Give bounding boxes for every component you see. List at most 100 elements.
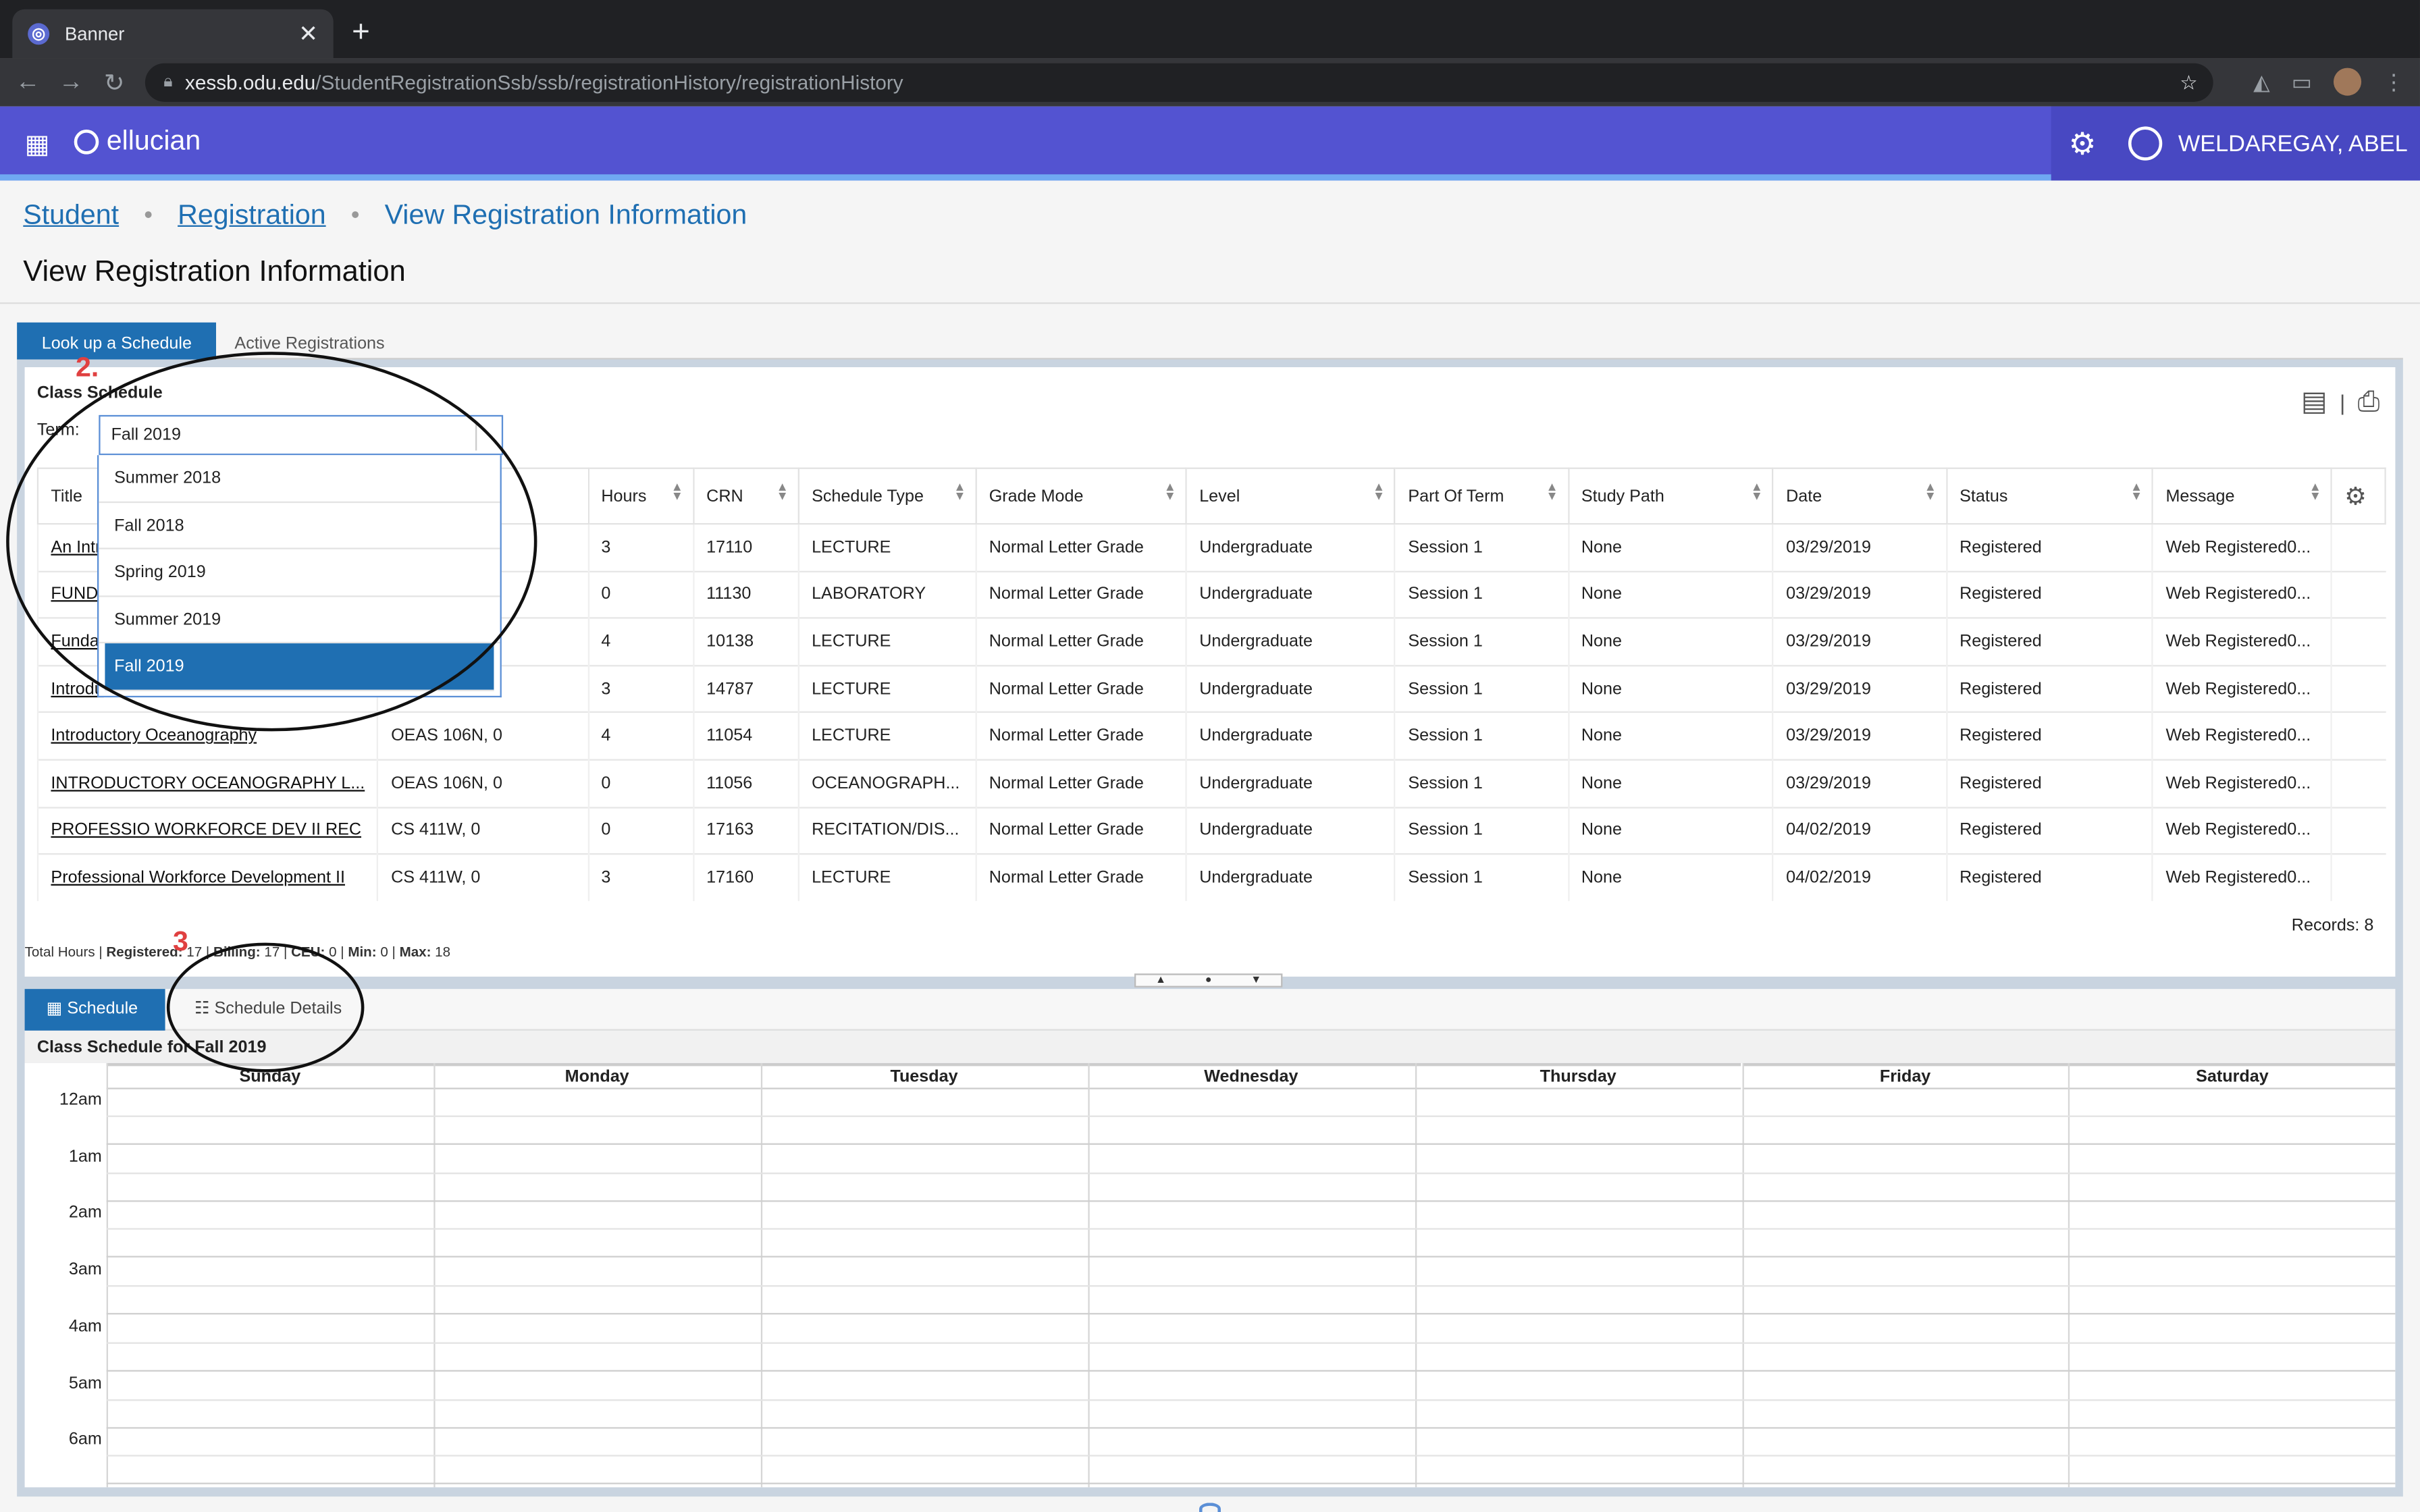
app-grid-icon[interactable]: ▦	[25, 130, 50, 161]
schedule-type-cell: RECITATION/DIS...	[797, 806, 976, 855]
term-option[interactable]: Summer 2018	[99, 455, 500, 503]
column-header[interactable]: Grade Mode ▲ ▼	[975, 467, 1187, 525]
course-title-link[interactable]: Introductory Oceanography	[51, 727, 257, 745]
browser-tab-title: Banner	[64, 23, 125, 45]
study-path-cell: None	[1567, 664, 1773, 713]
course-title-link[interactable]: Introdu	[51, 680, 103, 698]
sort-icon[interactable]: ▲ ▼	[1373, 481, 1385, 502]
table-row: Introductory Oceanography OEAS 106N, 0 4 11…	[36, 711, 2386, 760]
splitter-center-icon[interactable]: ●	[1205, 975, 1212, 986]
extension-icon[interactable]: ◭	[2253, 69, 2270, 95]
splitter-up-icon[interactable]: ▲	[1155, 975, 1166, 986]
course-title-link[interactable]: INTRODUCTORY OCEANOGRAPHY L...	[51, 774, 365, 792]
new-tab-button[interactable]: +	[352, 16, 370, 51]
profile-avatar[interactable]	[2333, 68, 2362, 96]
schedule-type-cell: OCEANOGRAPH...	[797, 759, 976, 807]
grade-mode-cell: Normal Letter Grade	[975, 711, 1186, 760]
day-header: Sunday	[106, 1062, 434, 1089]
level-cell: Undergraduate	[1185, 711, 1395, 760]
schedule-type-cell: LECTURE	[797, 617, 976, 666]
sort-icon[interactable]: ▲ ▼	[953, 481, 966, 502]
records-count: Records: 8	[2291, 916, 2374, 936]
sort-icon[interactable]: ▲ ▼	[1546, 481, 1558, 502]
term-option[interactable]: Summer 2019	[99, 597, 500, 644]
details-cell: OEAS 106N, 0	[377, 759, 588, 807]
title-cell: Professional Workforce Development II	[36, 853, 378, 902]
study-path-cell: None	[1567, 617, 1773, 666]
banner-favicon-icon: ◎	[28, 23, 50, 45]
panel-splitter[interactable]: ▲ ● ▼	[1134, 973, 1283, 988]
address-bar[interactable]: 🔒︎ xessb.odu.edu/StudentRegistrationSsb/…	[144, 63, 2213, 102]
date-cell: 04/02/2019	[1772, 806, 1947, 855]
browser-toolbar: ← → ↻ 🔒︎ xessb.odu.edu/StudentRegistrati…	[0, 58, 2420, 107]
tab-schedule-details-label: Schedule Details	[214, 1000, 342, 1019]
breadcrumb-registration[interactable]: Registration	[178, 199, 326, 232]
column-header[interactable]: Study Path ▲ ▼	[1567, 467, 1774, 525]
column-header[interactable]: CRN ▲ ▼	[692, 467, 799, 525]
course-title-link[interactable]: PROFESSIO WORKFORCE DEV II REC	[51, 821, 361, 840]
tab-look-up-schedule[interactable]: Look up a Schedule	[17, 322, 217, 360]
hour-label: 12am	[59, 1090, 102, 1110]
sort-icon[interactable]: ▲ ▼	[2309, 481, 2321, 502]
reload-icon[interactable]: ↻	[93, 67, 136, 98]
crn-cell: 11054	[692, 711, 799, 760]
term-select[interactable]: Fall 2019	[99, 414, 504, 456]
splitter-down-icon[interactable]: ▼	[1251, 975, 1261, 986]
browser-menu-icon[interactable]: ⋮	[2383, 69, 2404, 95]
ellucian-logo[interactable]: ellucian	[74, 125, 201, 157]
column-header-label: Date	[1786, 487, 1822, 506]
tab-schedule-details[interactable]: ☷ Schedule Details	[173, 989, 363, 1031]
calendar-extension-icon[interactable]: ▭	[2292, 69, 2312, 95]
settings-gear-icon[interactable]: ⚙	[2051, 124, 2113, 163]
column-header[interactable]: Message ▲ ▼	[2151, 467, 2332, 525]
half-hour-line	[106, 1398, 2396, 1401]
column-header[interactable]: Status ▲ ▼	[1945, 467, 2154, 525]
totals-bar: Total Hours | Registered: 17 | Billing: …	[25, 944, 450, 960]
column-header[interactable]: Schedule Type ▲ ▼	[797, 467, 977, 525]
column-settings-gear-icon[interactable]: ⚙	[2330, 467, 2386, 525]
column-header[interactable]: Level ▲ ▼	[1185, 467, 1396, 525]
browser-tab[interactable]: ◎ Banner ✕	[12, 9, 334, 59]
empty-cell	[2330, 806, 2386, 855]
breadcrumb-student[interactable]: Student	[23, 199, 119, 232]
sort-icon[interactable]: ▲ ▼	[1751, 481, 1763, 502]
day-column-divider	[2068, 1062, 2071, 1488]
tab-schedule[interactable]: ▦ Schedule	[24, 989, 165, 1031]
sort-icon[interactable]: ▲ ▼	[2130, 481, 2142, 502]
back-icon[interactable]: ←	[6, 69, 49, 97]
sort-icon[interactable]: ▲ ▼	[671, 481, 683, 502]
column-header[interactable]: Part Of Term ▲ ▼	[1394, 467, 1569, 525]
column-header[interactable]: Date ▲ ▼	[1772, 467, 1947, 525]
crn-cell: 11130	[692, 570, 799, 618]
term-option[interactable]: Spring 2019	[99, 549, 500, 597]
hour-label: 2am	[68, 1204, 102, 1223]
schedule-type-cell: LECTURE	[797, 664, 976, 713]
tab-active-registrations[interactable]: Active Registrations	[210, 323, 409, 360]
forward-icon[interactable]: →	[49, 69, 93, 97]
grade-mode-cell: Normal Letter Grade	[975, 853, 1186, 902]
level-cell: Undergraduate	[1185, 853, 1395, 902]
ceu-label: CEU:	[291, 944, 325, 960]
bookmark-star-icon[interactable]: ☆	[2180, 70, 2198, 95]
print-icon[interactable]: ⎙	[2358, 385, 2380, 418]
user-name[interactable]: WELDAREGAY, ABEL	[2178, 130, 2420, 157]
course-title-link[interactable]: Professional Workforce Development II	[51, 869, 345, 887]
column-header[interactable]: Hours ▲ ▼	[587, 467, 694, 525]
hours-cell: 0	[587, 759, 693, 807]
breadcrumb: Student ● Registration ● View Registrati…	[23, 199, 747, 232]
list-icon: ☷	[194, 1000, 215, 1019]
sort-icon[interactable]: ▲ ▼	[1164, 481, 1176, 502]
breadcrumb-current: View Registration Information	[384, 198, 747, 230]
term-option[interactable]: Fall 2018	[99, 502, 500, 550]
brand-name: ellucian	[106, 125, 201, 156]
calendar-export-icon[interactable]: ▤	[2301, 385, 2327, 418]
date-cell: 03/29/2019	[1772, 711, 1947, 760]
day-column-divider	[760, 1062, 762, 1488]
scroll-indicator	[1199, 1503, 1221, 1512]
registration-tabs: Look up a Schedule Active Registrations	[17, 322, 2403, 360]
close-tab-icon[interactable]: ✕	[298, 20, 318, 48]
sort-icon[interactable]: ▲ ▼	[1924, 481, 1937, 502]
term-option[interactable]: Fall 2019	[105, 643, 494, 691]
sort-icon[interactable]: ▲ ▼	[777, 481, 789, 502]
user-icon[interactable]	[2128, 126, 2163, 161]
